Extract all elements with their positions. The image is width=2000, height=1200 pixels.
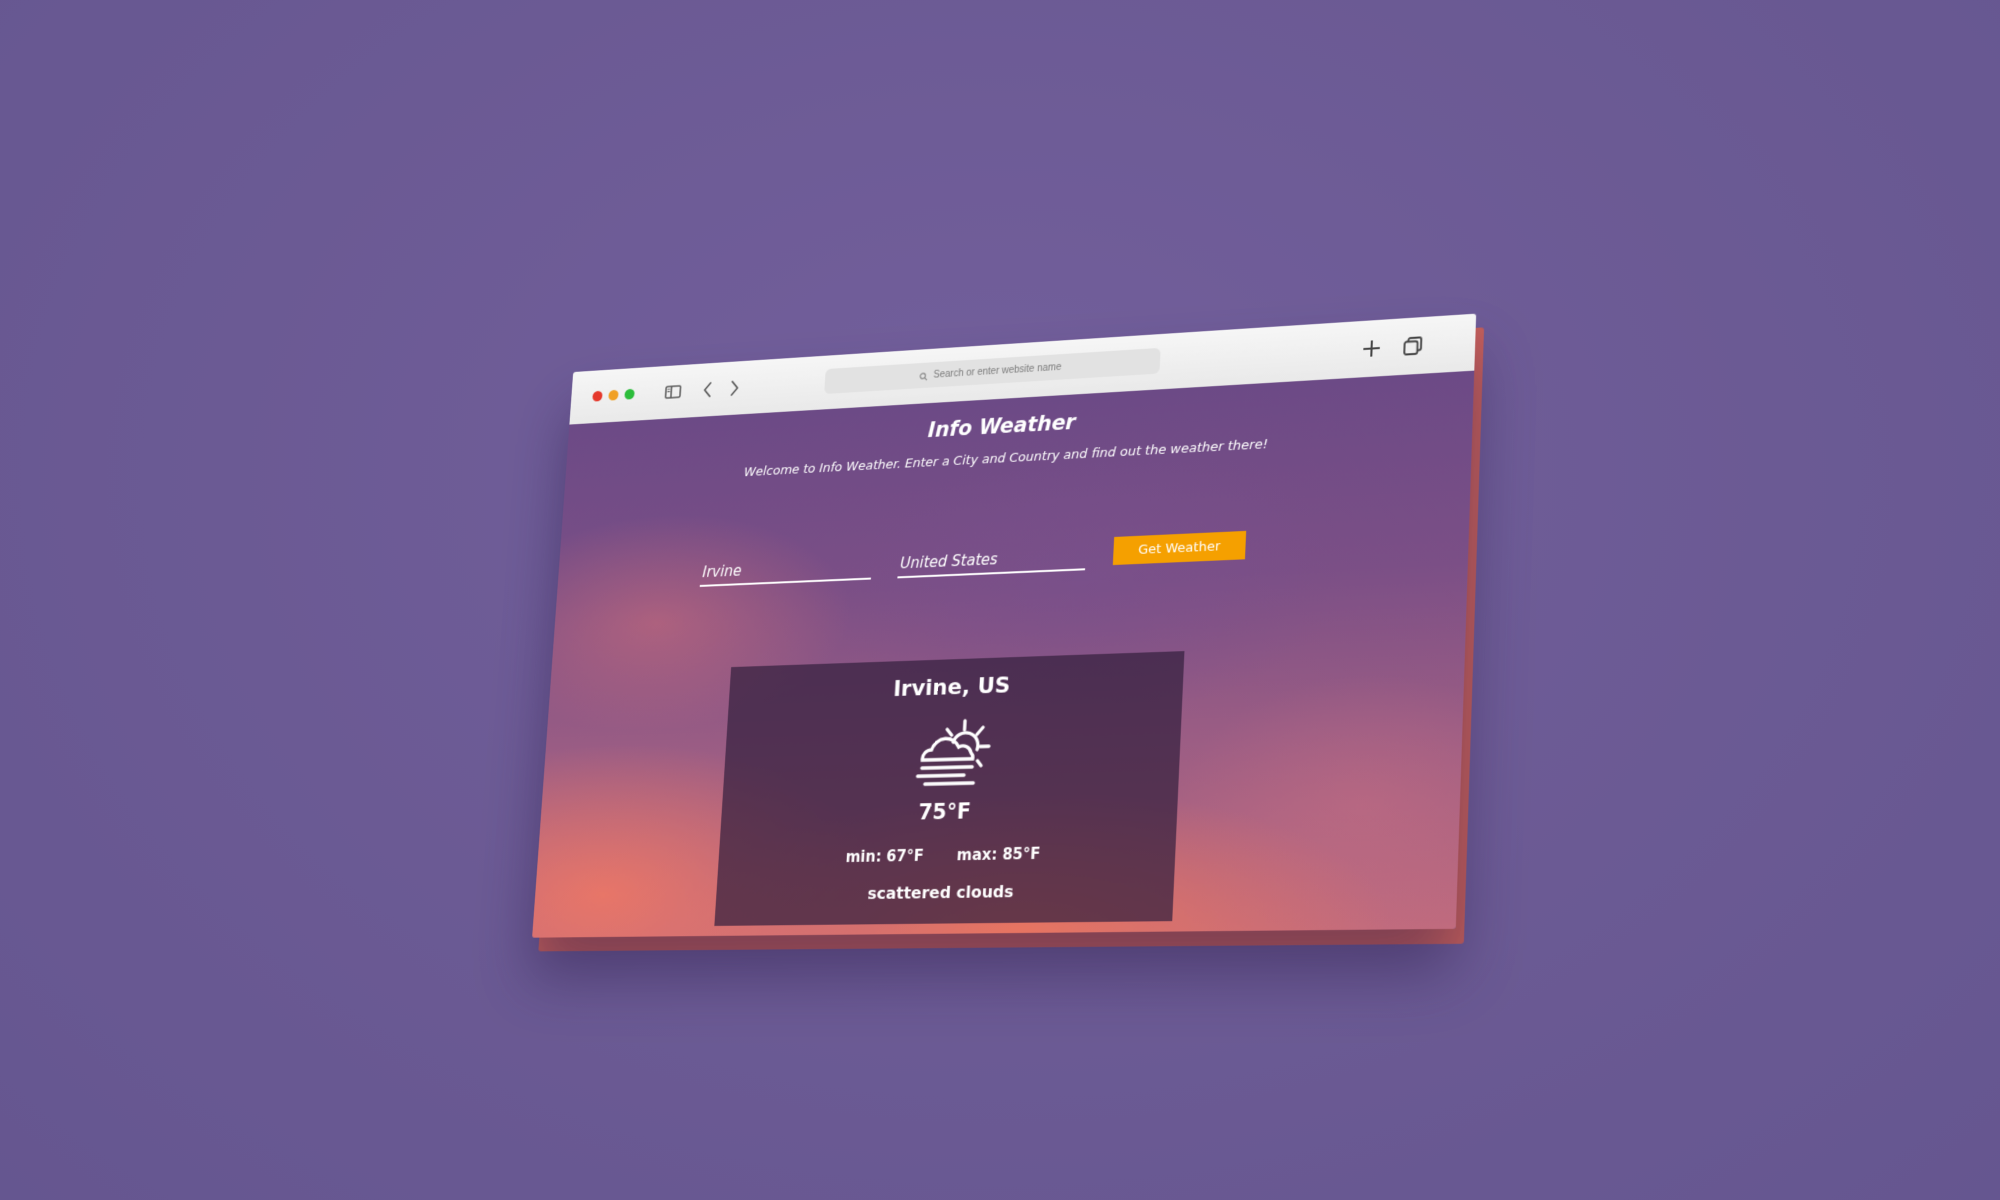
weather-location: Irvine, US [892, 673, 1011, 703]
address-placeholder: Search or enter website name [933, 361, 1062, 381]
browser-window: Search or enter website name Info Weathe… [532, 313, 1477, 938]
weather-description: scattered clouds [867, 881, 1015, 904]
search-icon [919, 366, 929, 385]
plus-icon[interactable] [1357, 334, 1387, 364]
weather-page: Info Weather Welcome to Info Weather. En… [532, 370, 1475, 938]
partly-cloudy-fog-icon [907, 716, 998, 795]
close-window-button[interactable] [592, 390, 603, 402]
weather-result-card: Irvine, US 75°F min: 67°F max: 85°F scat… [714, 651, 1185, 926]
desktop-stage: Search or enter website name Info Weathe… [0, 0, 2000, 1200]
min-max-row: min: 67°F max: 85°F [718, 842, 1176, 868]
country-input[interactable] [897, 542, 1087, 579]
min-temperature: min: 67°F [845, 846, 925, 867]
minimize-window-button[interactable] [608, 389, 619, 401]
sidebar-icon[interactable] [660, 378, 687, 406]
city-input[interactable] [699, 552, 873, 587]
forward-icon[interactable] [721, 374, 748, 402]
current-temperature: 75°F [917, 799, 972, 825]
get-weather-button[interactable]: Get Weather [1112, 530, 1247, 566]
zoom-window-button[interactable] [624, 388, 635, 400]
address-bar[interactable]: Search or enter website name [824, 347, 1161, 395]
tabs-icon[interactable] [1398, 331, 1428, 361]
max-temperature: max: 85°F [956, 844, 1041, 865]
back-icon[interactable] [694, 376, 721, 404]
